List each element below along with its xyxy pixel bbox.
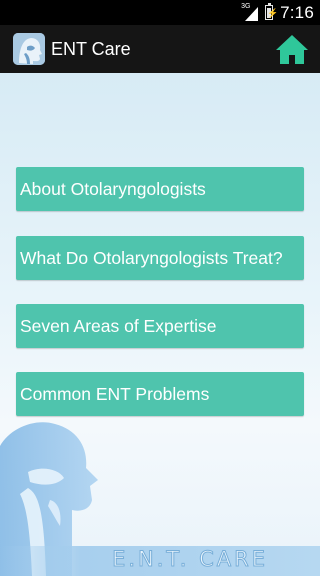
signal-icon: 3G [241,2,259,22]
head-profile-icon[interactable] [13,33,45,65]
footer-logo-text: E.N.T. CARE [112,547,268,572]
about-otolaryngologists-button[interactable]: About Otolaryngologists [16,167,304,211]
app-title: ENT Care [51,38,131,59]
home-icon[interactable] [275,32,309,66]
menu-button-label: About Otolaryngologists [20,178,206,199]
battery-icon: ⚡ [265,3,278,20]
footer-logo: E.N.T. CARE [0,546,320,576]
what-do-otolaryngologists-treat-button[interactable]: What Do Otolaryngologists Treat? [16,236,304,280]
menu-button-label: What Do Otolaryngologists Treat? [20,247,283,268]
clock: 7:16 [280,2,314,22]
status-bar: 3G ⚡ 7:16 [0,0,320,25]
menu-button-label: Common ENT Problems [20,383,210,404]
common-ent-problems-button[interactable]: Common ENT Problems [16,372,304,416]
menu-button-label: Seven Areas of Expertise [20,315,217,336]
action-bar: ENT Care [0,25,320,73]
seven-areas-of-expertise-button[interactable]: Seven Areas of Expertise [16,304,304,348]
network-type-label: 3G [241,2,251,10]
main-content: About Otolaryngologists What Do Otolaryn… [0,73,320,576]
